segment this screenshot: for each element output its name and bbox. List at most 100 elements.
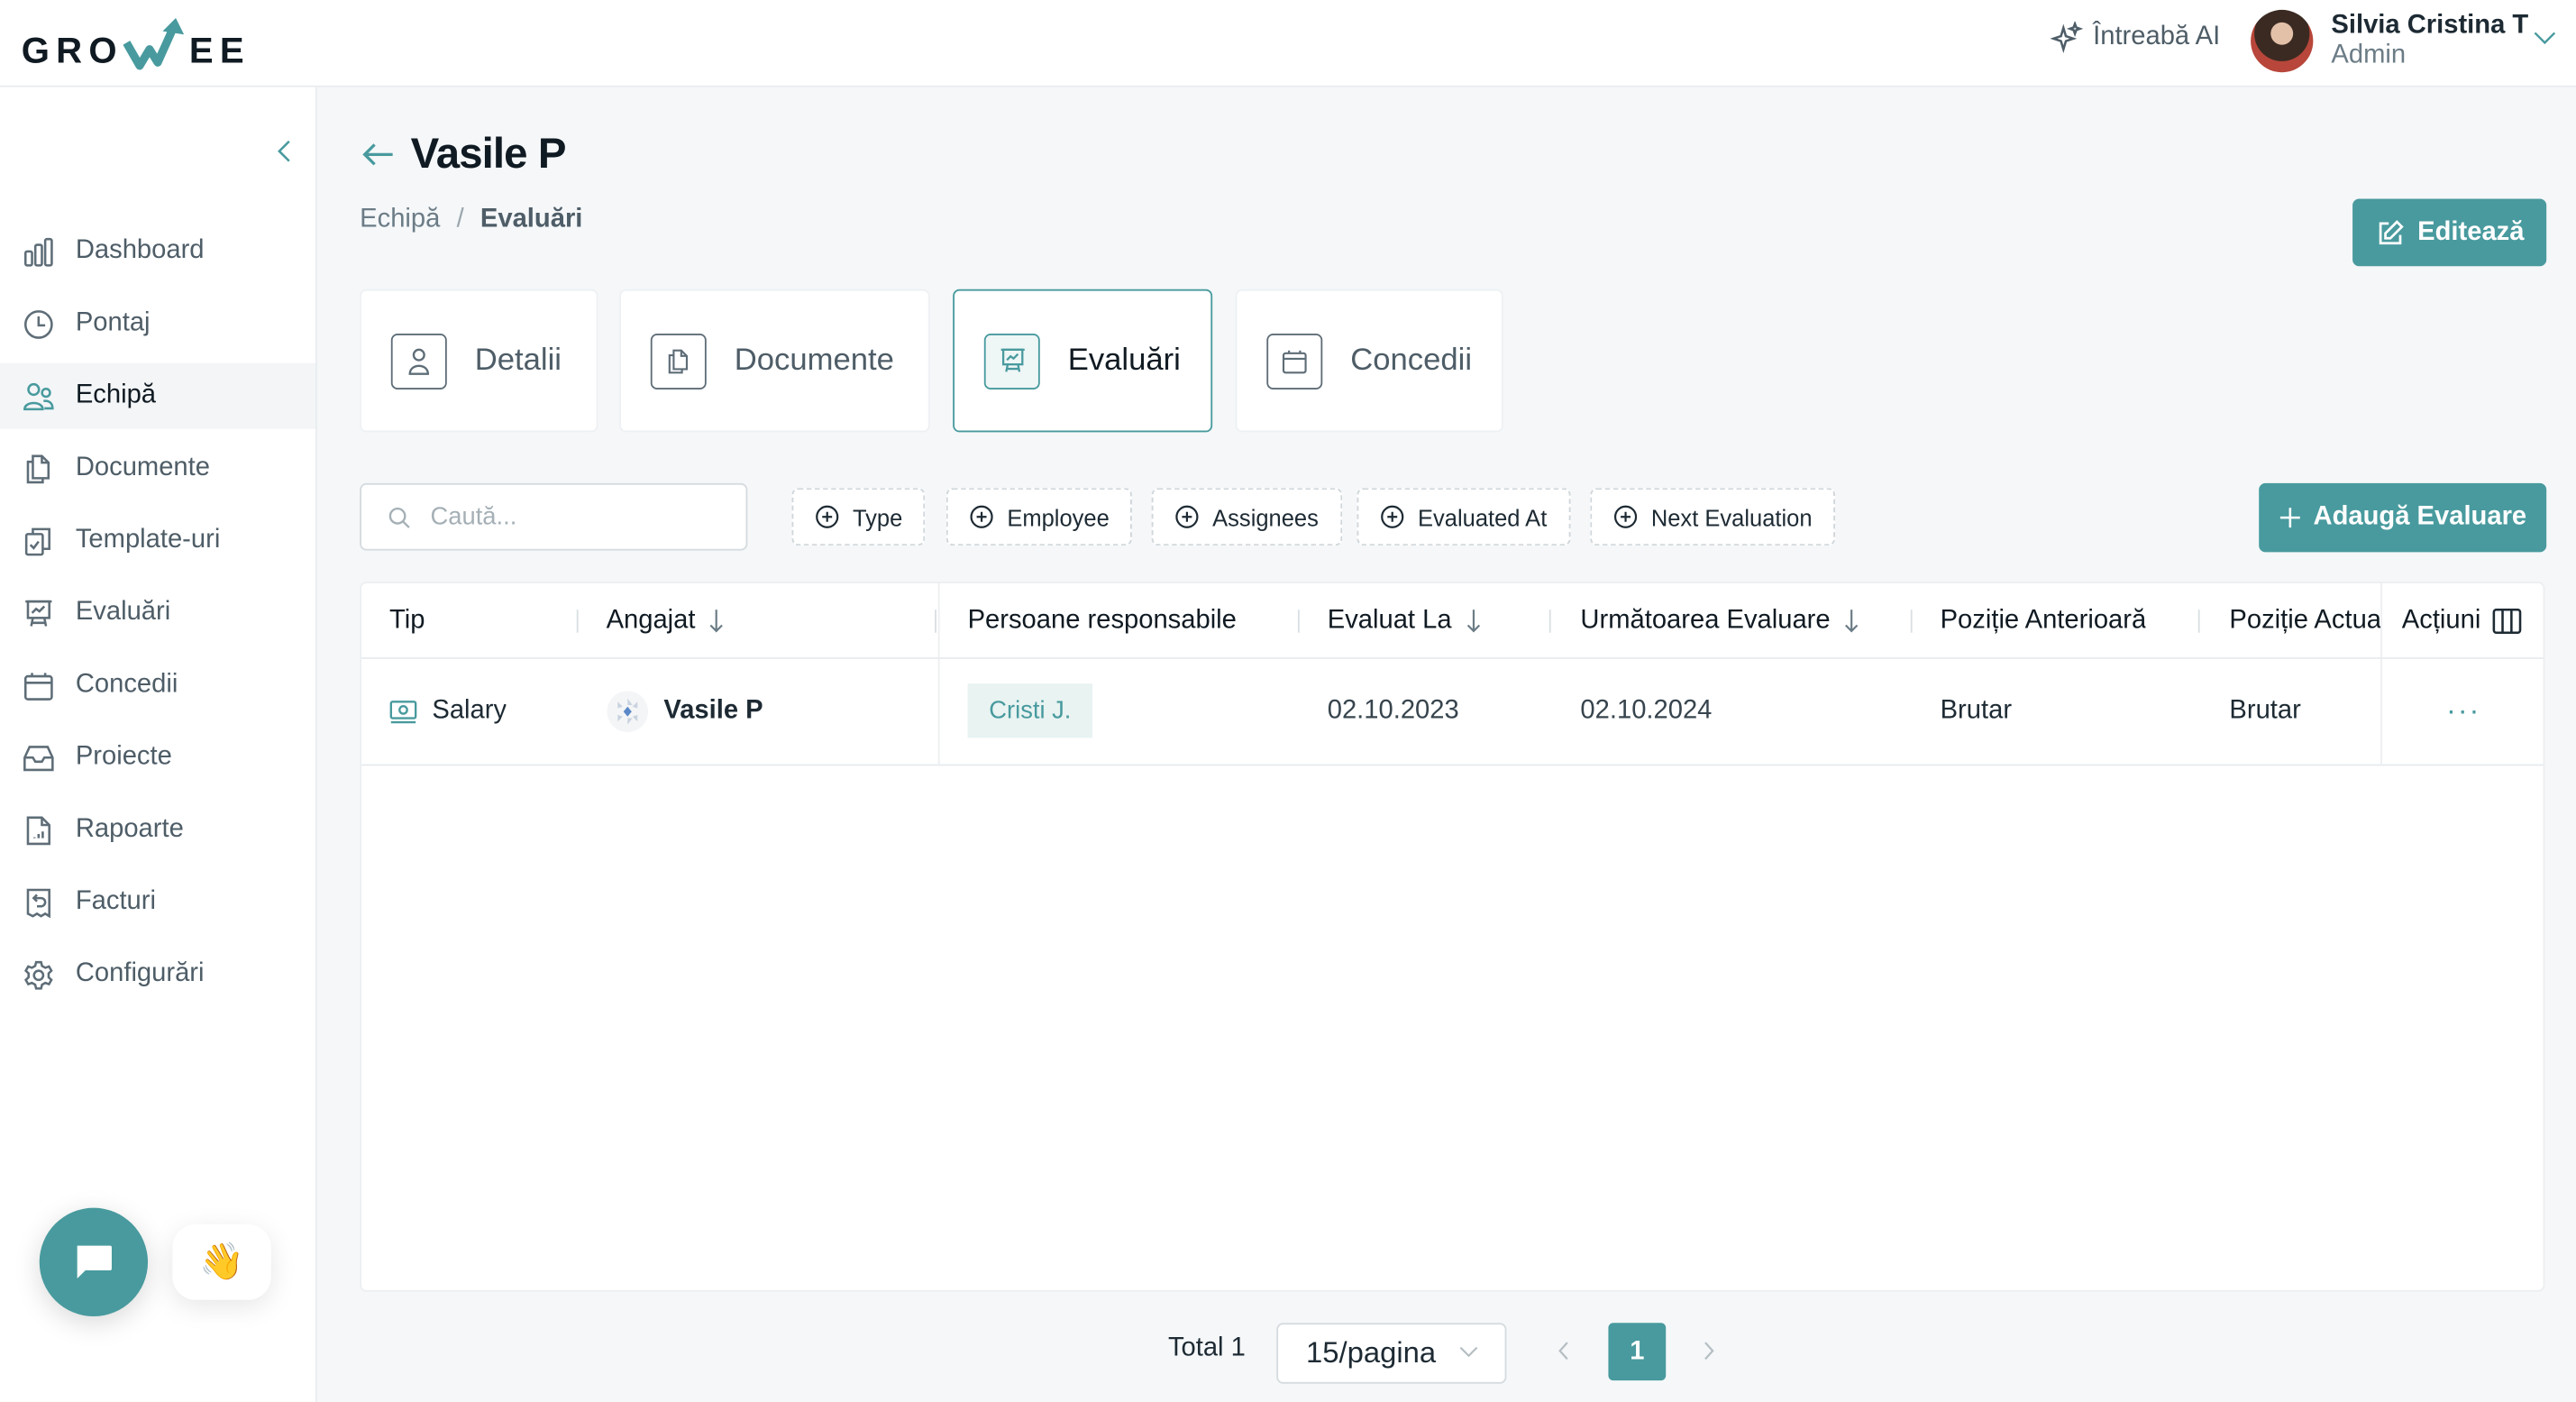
plus-circle-icon xyxy=(1381,505,1404,528)
column-header-persoane-responsabile[interactable]: Persoane responsabile xyxy=(968,583,1237,657)
ask-ai-label: Întreabă AI xyxy=(2093,23,2221,51)
chat-bubble-icon xyxy=(77,1245,112,1279)
column-header-label: Următoarea Evaluare xyxy=(1580,605,1831,634)
prev-page-button[interactable] xyxy=(1536,1323,1592,1379)
column-header-label: Poziție Actua xyxy=(2229,605,2381,634)
edit-button[interactable]: Editează xyxy=(2352,198,2547,267)
search-icon xyxy=(388,507,410,528)
user-avatar[interactable] xyxy=(2251,9,2314,73)
user-role: Admin xyxy=(2331,40,2407,69)
table-row[interactable]: Salary Vasile P Cristi J. 02.10.2023 02.… xyxy=(361,657,2544,766)
sidebar-item-facturi[interactable]: Facturi xyxy=(0,869,315,935)
column-header-label: Poziție Anterioară xyxy=(1940,605,2147,634)
assignee-tag[interactable]: Cristi J. xyxy=(967,683,1093,738)
back-arrow-icon[interactable] xyxy=(360,134,396,174)
column-header-pozitie-anterioara[interactable]: Poziție Anterioară xyxy=(1941,583,2147,657)
user-icon xyxy=(408,347,430,374)
page-size-select[interactable]: 15/pagina xyxy=(1276,1323,1507,1384)
header-separator[interactable] xyxy=(1910,609,1913,633)
tab-concedii[interactable]: Concedii xyxy=(1235,289,1503,433)
tab-icon-box xyxy=(1266,333,1323,389)
filter-chip-type[interactable]: Type xyxy=(791,488,926,546)
column-header-pozitie-actuala[interactable]: Poziție Actua xyxy=(2229,583,2380,657)
users-icon xyxy=(23,381,54,410)
cell-type: Salary xyxy=(389,657,507,764)
sidebar-item-documente[interactable]: Documente xyxy=(0,435,315,501)
user-info[interactable]: Silvia Cristina T Admin xyxy=(2331,12,2528,69)
column-header-evaluat-la[interactable]: Evaluat La xyxy=(1328,583,1482,657)
ask-ai-button[interactable]: Întreabă AI xyxy=(2050,21,2221,54)
sidebar-item-concedii[interactable]: Concedii xyxy=(0,653,315,719)
column-header-label: Tip xyxy=(388,605,425,634)
collapse-sidebar-icon[interactable] xyxy=(273,136,297,166)
edit-icon xyxy=(2378,219,2403,244)
documents-icon xyxy=(668,348,689,373)
column-header-urmatoarea-evaluare[interactable]: Următoarea Evaluare xyxy=(1580,583,1859,657)
filter-chip-evaluated-at[interactable]: Evaluated At xyxy=(1357,488,1570,546)
search-input[interactable] xyxy=(426,500,714,533)
sidebar-item-label: Echipă xyxy=(75,380,157,409)
chevron-down-icon[interactable] xyxy=(2532,28,2558,48)
filter-chip-employee[interactable]: Employee xyxy=(945,488,1133,546)
filter-chip-label: Next Evaluation xyxy=(1650,503,1813,530)
column-header-actiuni: Acțiuni xyxy=(2402,583,2522,657)
sidebar-item-rapoarte[interactable]: Rapoarte xyxy=(0,797,315,863)
more-actions-icon[interactable]: ··· xyxy=(2446,693,2480,728)
chevron-right-icon xyxy=(1704,1342,1714,1361)
sparkles-icon xyxy=(2050,21,2084,54)
sidebar-item-template-uri[interactable]: Template-uri xyxy=(0,508,315,573)
sort-arrow-down-icon[interactable] xyxy=(708,607,725,633)
header-separator[interactable] xyxy=(2197,609,2200,633)
page-button-current[interactable]: 1 xyxy=(1608,1323,1667,1381)
tab-label: Concedii xyxy=(1350,343,1473,378)
sidebar-item-pontaj[interactable]: Pontaj xyxy=(0,291,315,357)
logo-text-right: EE xyxy=(188,29,251,71)
columns-settings-icon[interactable] xyxy=(2492,607,2522,634)
sidebar-item-echipa[interactable]: Echipă xyxy=(0,362,315,429)
tab-detalii[interactable]: Detalii xyxy=(360,289,598,433)
clock-icon xyxy=(23,309,53,338)
filter-chip-assignees[interactable]: Assignees xyxy=(1151,488,1342,546)
employee-avatar[interactable] xyxy=(607,690,649,732)
tab-documente[interactable]: Documente xyxy=(619,289,930,433)
tab-evaluari[interactable]: Evaluări xyxy=(953,289,1213,433)
sidebar-item-label: Rapoarte xyxy=(75,815,184,844)
add-evaluation-button[interactable]: Adaugă Evaluare xyxy=(2259,482,2547,553)
sidebar-item-label: Evaluări xyxy=(75,598,171,627)
header-separator[interactable] xyxy=(1548,609,1551,633)
column-header-tip[interactable]: Tip xyxy=(389,583,425,657)
cell-employee: Vasile P xyxy=(607,657,763,764)
edit-button-label: Editează xyxy=(2417,217,2525,246)
money-icon xyxy=(389,700,417,723)
chat-button[interactable] xyxy=(39,1207,149,1316)
sort-arrow-down-icon[interactable] xyxy=(1465,607,1481,633)
presentation-chart-icon xyxy=(25,599,52,626)
header-separator[interactable] xyxy=(1297,609,1300,633)
next-page-button[interactable] xyxy=(1681,1323,1737,1379)
sidebar-item-label: Concedii xyxy=(75,670,178,699)
tab-label: Evaluări xyxy=(1067,343,1181,378)
breadcrumb-item-current: Evaluări xyxy=(480,205,583,234)
filter-chip-next-evaluation[interactable]: Next Evaluation xyxy=(1590,488,1836,546)
filter-chip-label: Employee xyxy=(1007,503,1110,530)
sidebar-item-label: Configurări xyxy=(75,959,205,988)
chevron-left-icon xyxy=(1558,1342,1568,1361)
sort-arrow-down-icon[interactable] xyxy=(1843,607,1859,633)
sidebar-item-proiecte[interactable]: Proiecte xyxy=(0,725,315,791)
logo[interactable]: GRO EE xyxy=(22,14,251,73)
filter-chip-label: Type xyxy=(852,503,903,530)
employee-name[interactable]: Vasile P xyxy=(663,696,763,726)
header-separator[interactable] xyxy=(576,609,579,633)
sidebar-item-dashboard[interactable]: Dashboard xyxy=(0,218,315,284)
sidebar-item-label: Pontaj xyxy=(75,308,151,337)
cell-current-position: Brutar xyxy=(2229,695,2301,724)
sidebar-item-configurari[interactable]: Configurări xyxy=(0,941,315,1007)
page-title: Vasile P xyxy=(410,128,567,178)
breadcrumb-item-echipa[interactable]: Echipă xyxy=(360,206,440,235)
wave-greeting-button[interactable]: 👋 xyxy=(172,1223,271,1300)
sidebar-item-evaluari[interactable]: Evaluări xyxy=(0,580,315,646)
header-separator[interactable] xyxy=(935,609,936,633)
tab-label: Detalii xyxy=(474,343,562,378)
column-header-angajat[interactable]: Angajat xyxy=(607,583,726,657)
documents-icon xyxy=(26,454,50,483)
